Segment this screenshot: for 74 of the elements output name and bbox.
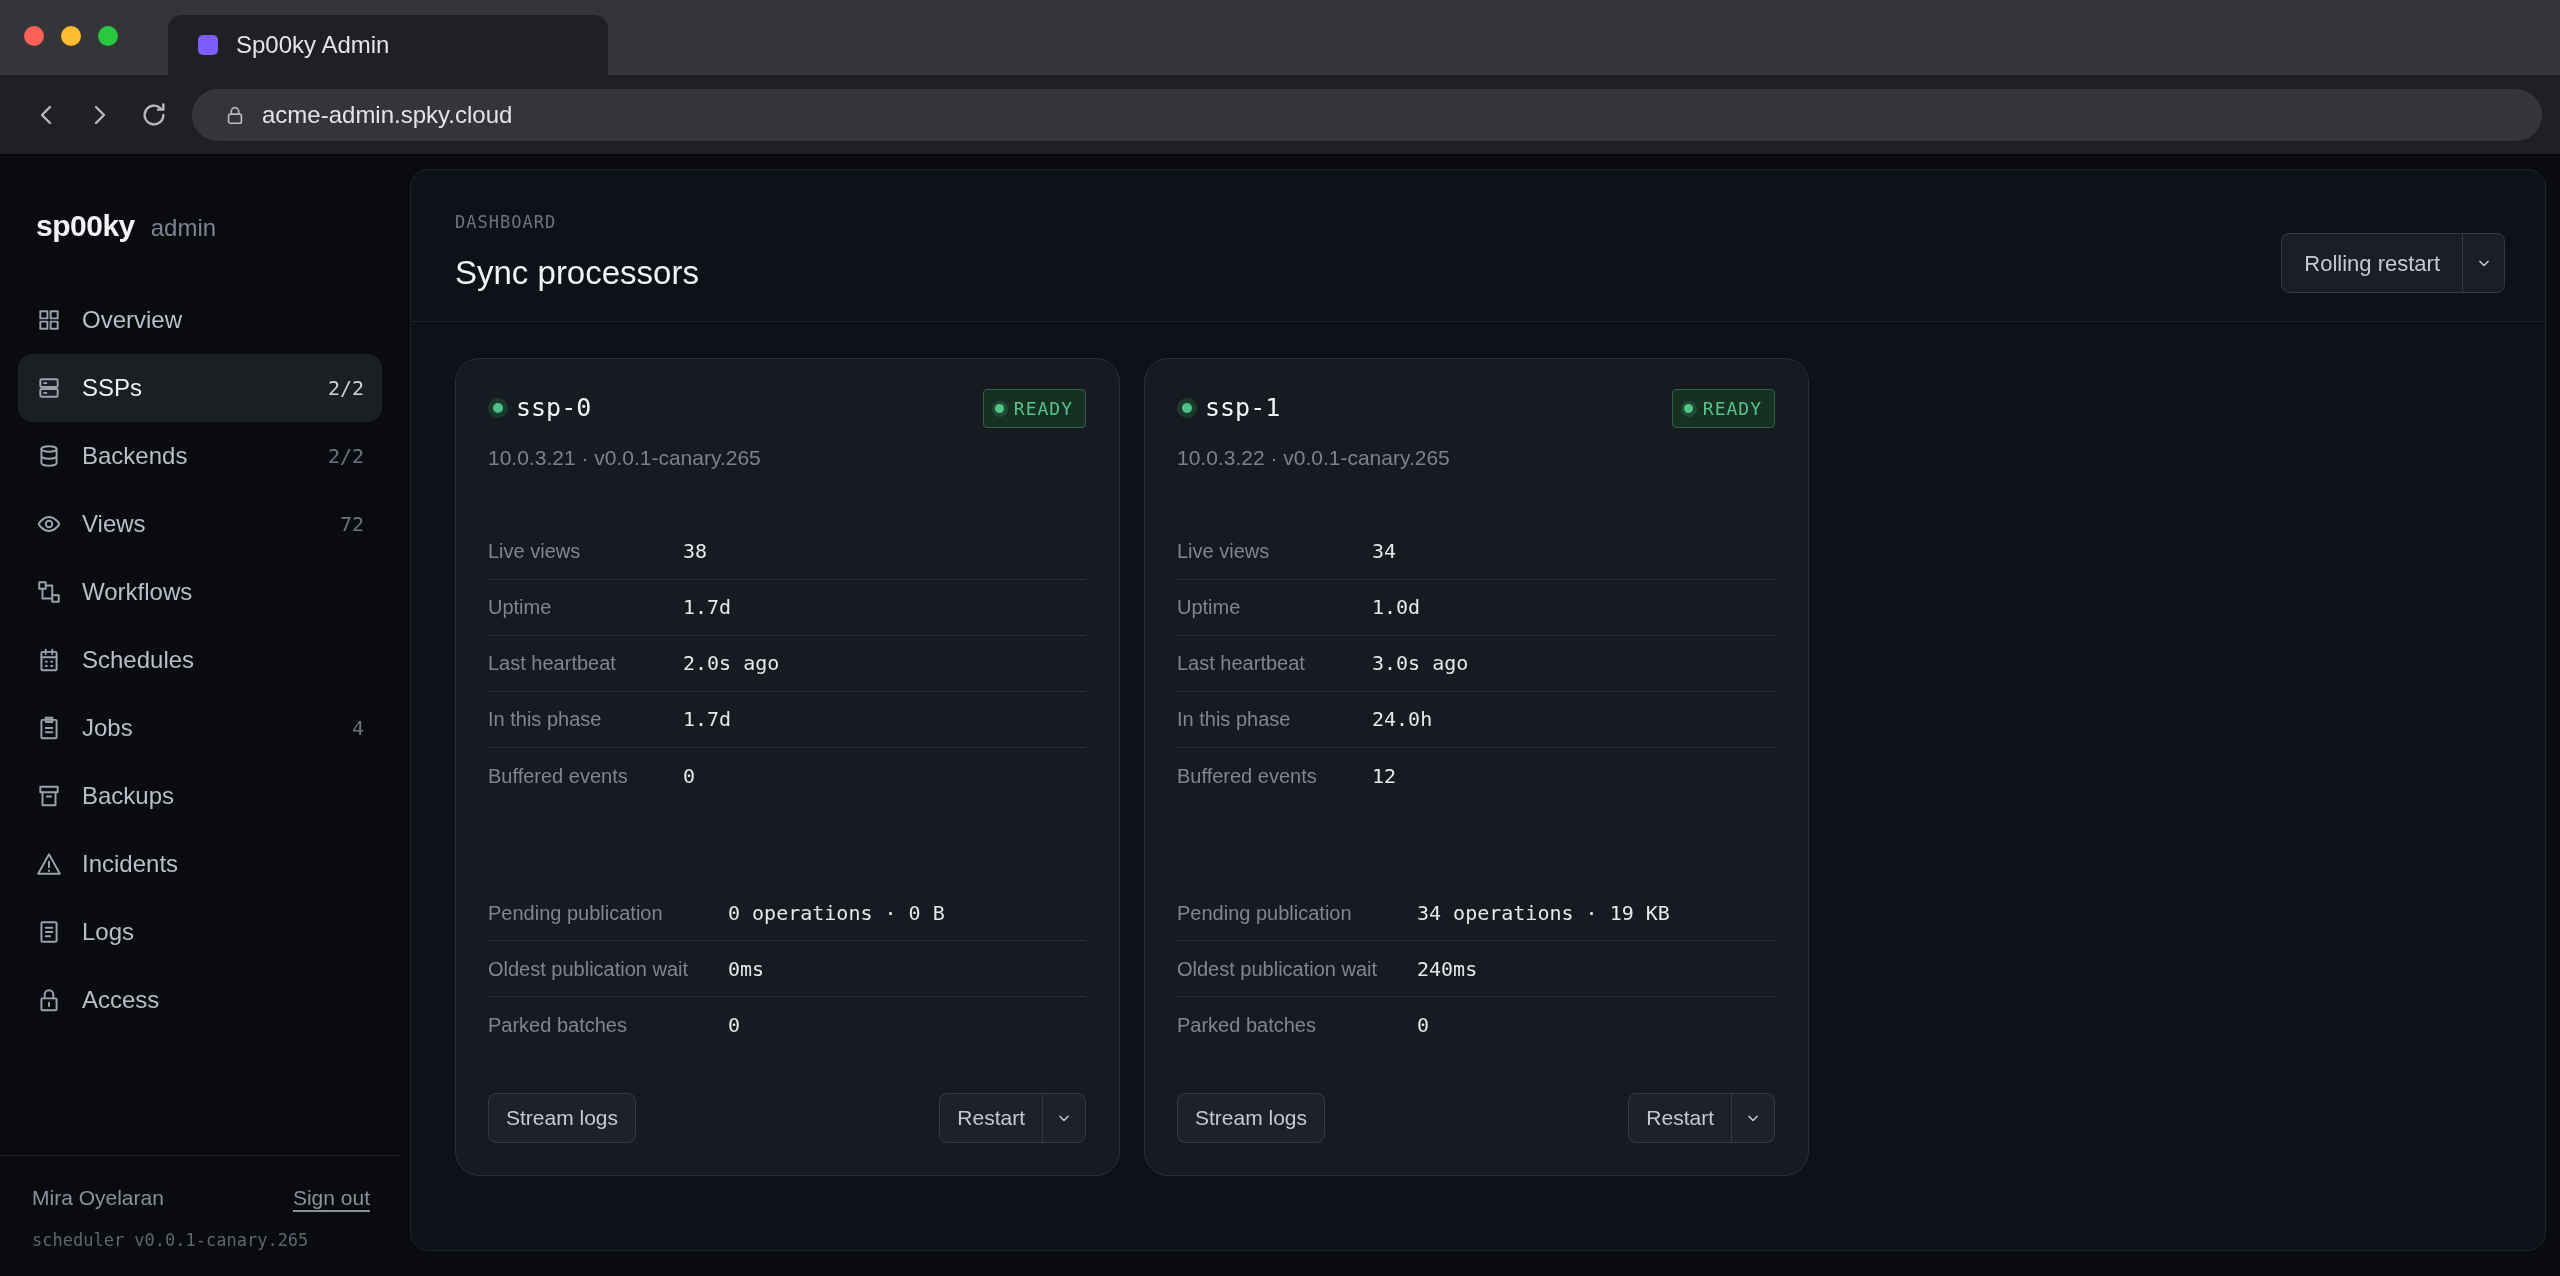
metric-value: 0 [1417,1012,1430,1039]
metric-label: Parked batches [488,1013,628,1038]
metric-label: Oldest publication wait [488,956,690,982]
item-count: 2/2 [327,375,364,402]
metric-value: 24.0h [1372,706,1433,733]
archive-icon [36,783,62,809]
processor-address: 10.0.3.21 · v0.0.1-canary.265 [488,445,762,471]
status-badge: READY [1671,389,1775,428]
metric-label: Pending publication [488,900,664,926]
metric-value: 12 [1372,762,1397,790]
version-text: scheduler v0.0.1-canary.265 [32,1228,310,1252]
metric-label: Live views [1177,539,1271,564]
metric-value: 0ms [728,955,765,983]
sidebar-item[interactable]: Overview [18,286,382,354]
sidebar-item[interactable]: Incidents [18,830,382,898]
item-count: 4 [351,715,364,742]
favicon-icon [198,35,218,55]
metric-label: Buffered events [488,763,629,789]
warning-icon [36,851,62,877]
metric-value: 0 [728,1012,741,1039]
sign-out-link[interactable]: Sign out [292,1182,370,1214]
metric-value: 240ms [1417,955,1478,983]
sidebar-item[interactable]: Access [18,966,382,1034]
metric-value: 0 [683,762,696,790]
user-name: Mira Oyelaran [32,1185,164,1211]
sidebar-item[interactable]: SSPs 2/2 [18,354,382,422]
sidebar-item[interactable]: Schedules [18,626,382,694]
metric-label: Buffered events [1177,763,1318,789]
metric-label: Live views [488,539,582,564]
metric-label: Pending publication [1177,900,1353,926]
grid-icon [36,307,62,333]
metric-value: 2.0s ago [683,650,780,677]
sidebar-item[interactable]: Views 72 [18,490,382,558]
sidebar-item[interactable]: Workflows [18,558,382,626]
sidebar-item[interactable]: Backends 2/2 [18,422,382,490]
metric-label: Oldest publication wait [1177,956,1379,982]
address-bar[interactable]: acme-admin.spky.cloud [192,88,2542,141]
metric-label: Parked batches [1177,1013,1317,1038]
metric-value: 1.7d [683,706,732,733]
window-control[interactable] [98,25,118,46]
sidebar-item[interactable]: Logs [18,898,382,966]
sidebar-item[interactable]: Backups [18,762,382,830]
stream-logs-button[interactable]: Stream logs [488,1093,637,1143]
logo: sp00ky [36,208,135,244]
window-control[interactable] [24,25,44,46]
status-badge: READY [982,389,1086,428]
processor-name: ssp-1 [1205,392,1281,424]
metric-label: Uptime [1177,595,1242,620]
stream-logs-button[interactable]: Stream logs [1177,1093,1326,1143]
metric-label: Last heartbeat [1177,651,1306,676]
metric-label: Last heartbeat [488,651,617,676]
metric-value: 34 [1372,538,1397,565]
server-icon [36,375,62,401]
url-text: acme-admin.spky.cloud [262,99,513,130]
metric-value: 34 operations · 19 KB [1417,899,1670,927]
logo-suffix: admin [150,213,217,243]
metric-value: 1.7d [683,594,732,621]
flow-icon [36,579,62,605]
metric-value: 3.0s ago [1372,650,1469,677]
metric-value: 1.0d [1372,594,1421,621]
metric-label: In this phase [488,707,603,732]
metric-label: Uptime [488,595,553,620]
item-count: 72 [339,511,364,538]
processor-name: ssp-0 [516,392,592,424]
page-title: Sync processors [455,252,699,293]
item-count: 2/2 [327,443,364,470]
window-control[interactable] [61,25,81,46]
metric-label: In this phase [1177,707,1292,732]
metric-value: 38 [683,538,708,565]
processor-address: 10.0.3.22 · v0.0.1-canary.265 [1177,445,1451,471]
sidebar-item[interactable]: Jobs 4 [18,694,382,762]
breadcrumb: DASHBOARD [455,211,558,234]
browser-tab[interactable]: Sp00ky Admin [168,15,608,75]
metric-value: 0 operations · 0 B [728,899,945,927]
